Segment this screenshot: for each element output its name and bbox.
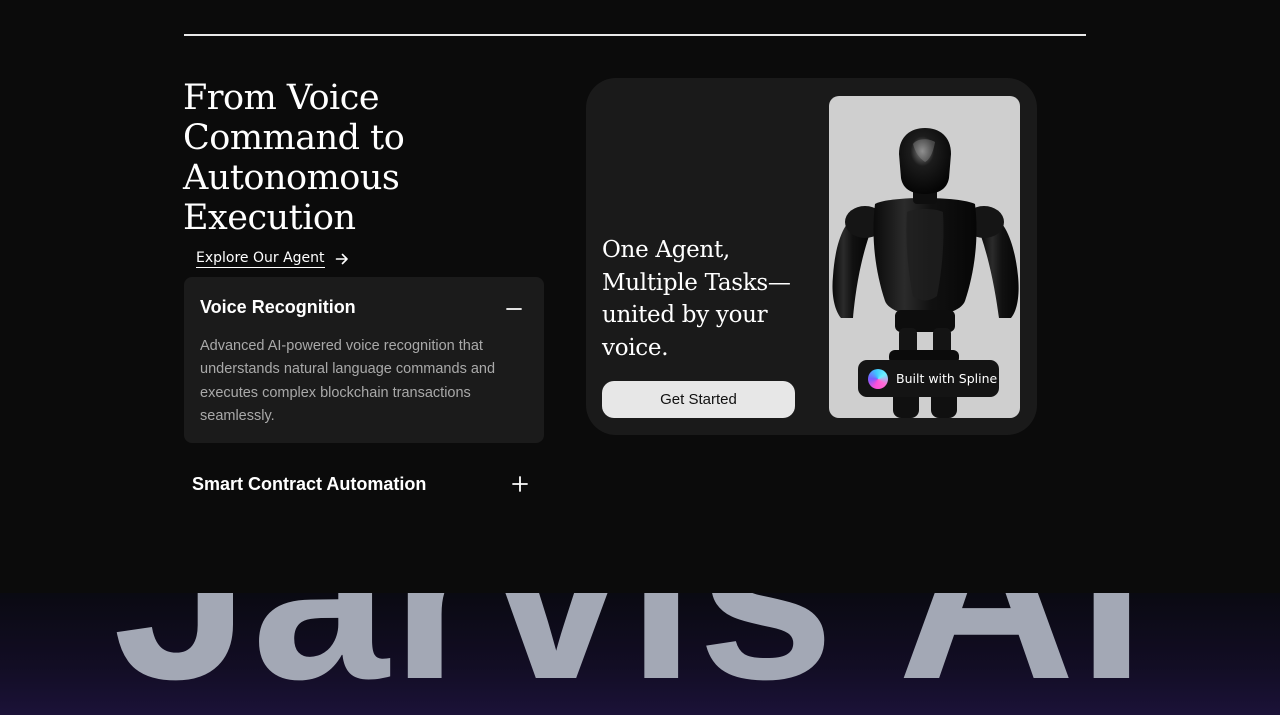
section-headline: From Voice Command to Autonomous Executi…: [183, 78, 405, 238]
explore-agent-link[interactable]: Explore Our Agent: [196, 248, 349, 270]
accordion-title[interactable]: Voice Recognition: [200, 297, 356, 318]
accordion-item-smart-contract-automation[interactable]: Smart Contract Automation: [184, 466, 544, 502]
explore-agent-label: Explore Our Agent: [196, 250, 325, 268]
section-divider: [184, 34, 1086, 36]
robot-3d-viewer[interactable]: Built with Spline: [829, 96, 1020, 418]
minus-icon[interactable]: [504, 299, 524, 319]
accordion-description: Advanced AI-powered voice recognition th…: [200, 338, 496, 424]
hero-wordmark: Jarvis AI: [113, 593, 1148, 715]
plus-icon[interactable]: [510, 474, 530, 494]
card-title: One Agent, Multiple Tasks—united by your…: [602, 237, 791, 361]
accordion-item-voice-recognition: Voice Recognition Advanced AI-powered vo…: [184, 277, 544, 443]
spline-logo-icon: [868, 368, 888, 389]
spline-badge-label: Built with Spline: [896, 371, 998, 386]
built-with-spline-badge[interactable]: Built with Spline: [858, 360, 999, 397]
feature-card: One Agent, Multiple Tasks—united by your…: [586, 78, 1037, 435]
arrow-right-icon: [335, 252, 349, 266]
hero-banner: Jarvis AI: [0, 593, 1280, 715]
accordion-title: Smart Contract Automation: [192, 474, 427, 494]
get-started-button[interactable]: Get Started: [602, 381, 795, 418]
